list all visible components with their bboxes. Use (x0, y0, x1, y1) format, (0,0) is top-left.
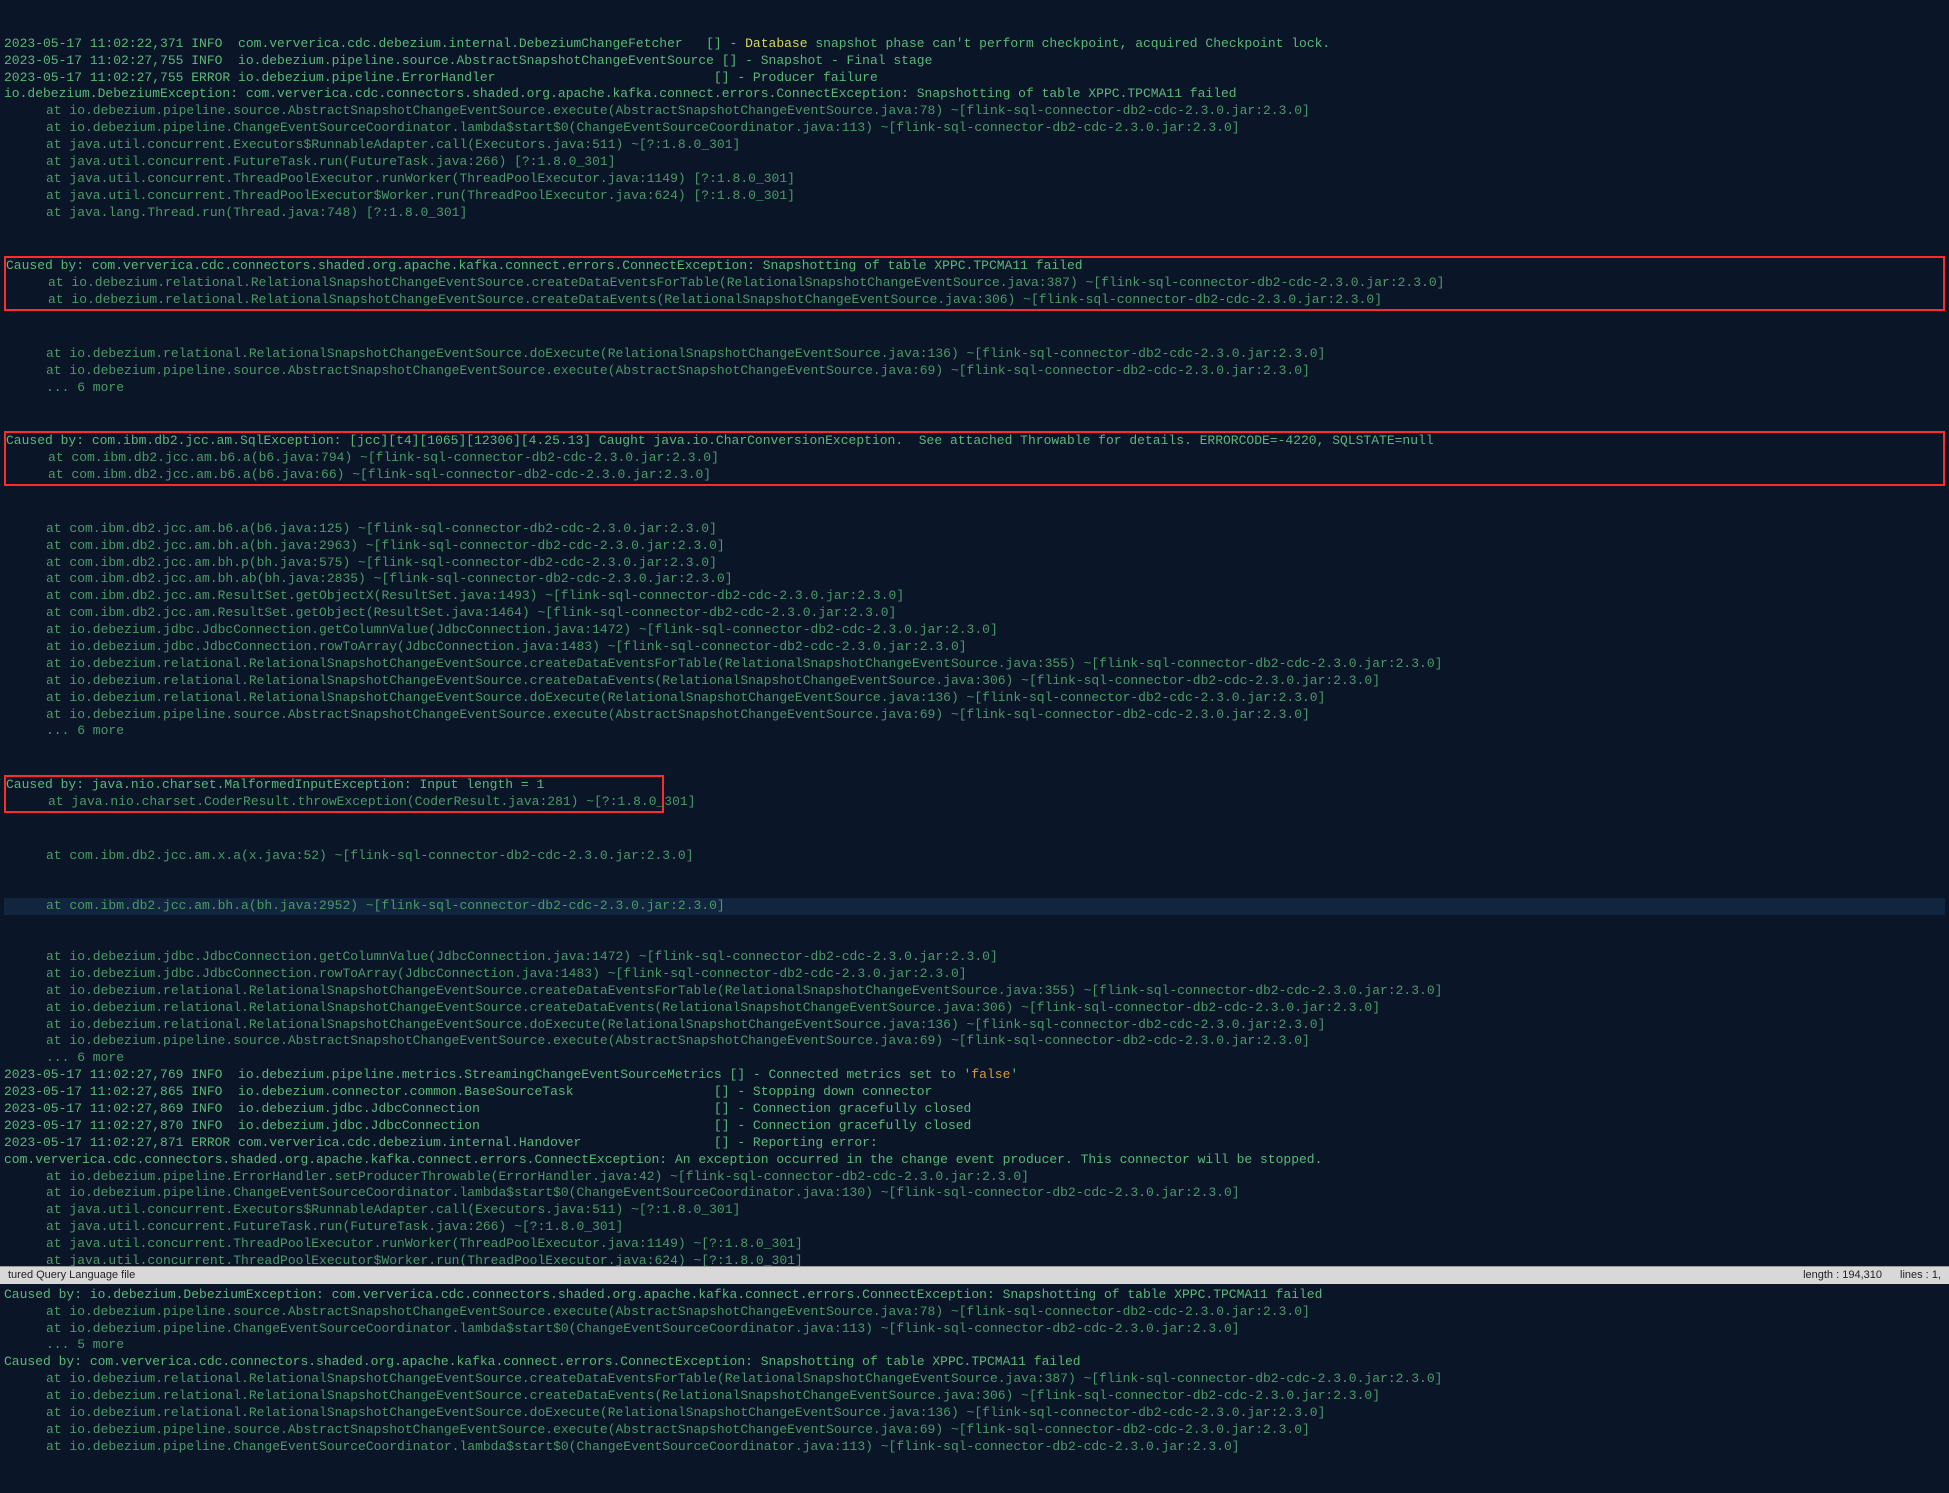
stack-trace-line: at io.debezium.relational.RelationalSnap… (6, 275, 1943, 292)
stack-trace-line: at io.debezium.relational.RelationalSnap… (4, 1371, 1945, 1388)
log-line: 2023-05-17 11:02:27,755 INFO io.debezium… (4, 53, 1945, 70)
stack-trace-line: at java.nio.charset.CoderResult.throwExc… (6, 794, 662, 811)
log-line: 2023-05-17 11:02:27,871 ERROR com.verver… (4, 1135, 1945, 1152)
annotation-box-1: Caused by: com.ververica.cdc.connectors.… (4, 256, 1945, 311)
stack-trace-line: at io.debezium.relational.RelationalSnap… (4, 1000, 1945, 1017)
stack-trace-line: at io.debezium.jdbc.JdbcConnection.rowTo… (4, 966, 1945, 983)
stack-trace-line: at java.util.concurrent.FutureTask.run(F… (4, 154, 1945, 171)
stack-trace-line: at io.debezium.relational.RelationalSnap… (4, 1017, 1945, 1034)
log-line: 2023-05-17 11:02:22,371 INFO com.ververi… (4, 36, 1945, 53)
stack-trace-line: at com.ibm.db2.jcc.am.ResultSet.getObjec… (4, 605, 1945, 622)
stack-trace-line: at io.debezium.jdbc.JdbcConnection.getCo… (4, 949, 1945, 966)
stack-trace-line: at io.debezium.pipeline.source.AbstractS… (4, 1033, 1945, 1050)
length-indicator: length : 194,310 (1803, 1268, 1882, 1282)
stack-trace-line: at io.debezium.pipeline.ChangeEventSourc… (4, 1321, 1945, 1338)
annotation-box-2: Caused by: com.ibm.db2.jcc.am.SqlExcepti… (4, 431, 1945, 486)
stack-trace-line: at io.debezium.pipeline.ChangeEventSourc… (4, 1439, 1945, 1456)
stack-trace-line: at java.util.concurrent.Executors$Runnab… (4, 1202, 1945, 1219)
stack-trace-line: at com.ibm.db2.jcc.am.x.a(x.java:52) ~[f… (4, 848, 1945, 865)
log-line: 2023-05-17 11:02:27,755 ERROR io.debeziu… (4, 70, 1945, 87)
stack-trace-line: at java.util.concurrent.ThreadPoolExecut… (4, 171, 1945, 188)
log-line: io.debezium.DebeziumException: com.verve… (4, 86, 1945, 103)
annotation-box-3: Caused by: java.nio.charset.MalformedInp… (4, 775, 664, 813)
caused-by-line: Caused by: java.nio.charset.MalformedInp… (6, 777, 662, 794)
stack-trace-line: at com.ibm.db2.jcc.am.bh.ab(bh.java:2835… (4, 571, 1945, 588)
stack-trace-line: at com.ibm.db2.jcc.am.bh.a(bh.java:2963)… (4, 538, 1945, 555)
stack-trace-line: at io.debezium.pipeline.source.AbstractS… (4, 1422, 1945, 1439)
stack-trace-line: at io.debezium.relational.RelationalSnap… (4, 690, 1945, 707)
stack-trace-line: at io.debezium.pipeline.source.AbstractS… (4, 707, 1945, 724)
stack-trace-line: at java.util.concurrent.Executors$Runnab… (4, 137, 1945, 154)
stack-trace-line: at io.debezium.relational.RelationalSnap… (4, 656, 1945, 673)
stack-trace-line: at java.lang.Thread.run(Thread.java:748)… (4, 205, 1945, 222)
stack-trace-line: at com.ibm.db2.jcc.am.bh.p(bh.java:575) … (4, 555, 1945, 572)
stack-trace-line: at io.debezium.pipeline.ErrorHandler.set… (4, 1169, 1945, 1186)
stack-trace-line: at com.ibm.db2.jcc.am.b6.a(b6.java:125) … (4, 521, 1945, 538)
stack-trace-line: at io.debezium.pipeline.ChangeEventSourc… (4, 120, 1945, 137)
stack-trace-line: ... 6 more (4, 380, 1945, 397)
stack-trace-line: at io.debezium.jdbc.JdbcConnection.getCo… (4, 622, 1945, 639)
stack-trace-line: at io.debezium.pipeline.source.AbstractS… (4, 363, 1945, 380)
stack-trace-line: at io.debezium.pipeline.source.AbstractS… (4, 1304, 1945, 1321)
current-line[interactable]: at com.ibm.db2.jcc.am.bh.a(bh.java:2952)… (4, 898, 1945, 915)
stack-trace-line: at io.debezium.relational.RelationalSnap… (4, 673, 1945, 690)
stack-trace-line: at com.ibm.db2.jcc.am.b6.a(b6.java:66) ~… (6, 467, 1943, 484)
caused-by-line: Caused by: com.ververica.cdc.connectors.… (4, 1354, 1945, 1371)
stack-trace-line: ... 6 more (4, 723, 1945, 740)
caused-by-line: Caused by: com.ververica.cdc.connectors.… (6, 258, 1943, 275)
log-line: 2023-05-17 11:02:27,869 INFO io.debezium… (4, 1101, 1945, 1118)
caused-by-line: Caused by: io.debezium.DebeziumException… (4, 1287, 1945, 1304)
stack-trace-line: at io.debezium.relational.RelationalSnap… (4, 1405, 1945, 1422)
stack-trace-line: at com.ibm.db2.jcc.am.ResultSet.getObjec… (4, 588, 1945, 605)
log-line: 2023-05-17 11:02:27,870 INFO io.debezium… (4, 1118, 1945, 1135)
stack-trace-line: ... 6 more (4, 1050, 1945, 1067)
log-line: 2023-05-17 11:02:27,865 INFO io.debezium… (4, 1084, 1945, 1101)
stack-trace-line: ... 5 more (4, 1337, 1945, 1354)
stack-trace-line: at java.util.concurrent.ThreadPoolExecut… (4, 188, 1945, 205)
stack-trace-line: at io.debezium.relational.RelationalSnap… (4, 1388, 1945, 1405)
log-line: com.ververica.cdc.connectors.shaded.org.… (4, 1152, 1945, 1169)
stack-trace-line: at io.debezium.pipeline.source.AbstractS… (4, 103, 1945, 120)
stack-trace-line: at java.util.concurrent.ThreadPoolExecut… (4, 1236, 1945, 1253)
stack-trace-line: at io.debezium.relational.RelationalSnap… (4, 346, 1945, 363)
stack-trace-line: at io.debezium.relational.RelationalSnap… (6, 292, 1943, 309)
caused-by-line: Caused by: com.ibm.db2.jcc.am.SqlExcepti… (6, 433, 1943, 450)
lines-indicator: lines : 1, (1900, 1268, 1941, 1282)
stack-trace-line: at io.debezium.jdbc.JdbcConnection.rowTo… (4, 639, 1945, 656)
status-bar: tured Query Language file length : 194,3… (0, 1266, 1949, 1284)
stack-trace-line: at io.debezium.relational.RelationalSnap… (4, 983, 1945, 1000)
file-type-label: tured Query Language file (8, 1269, 135, 1281)
stack-trace-line: at io.debezium.pipeline.ChangeEventSourc… (4, 1185, 1945, 1202)
log-line: 2023-05-17 11:02:27,769 INFO io.debezium… (4, 1067, 1945, 1084)
stack-trace-line: at com.ibm.db2.jcc.am.b6.a(b6.java:794) … (6, 450, 1943, 467)
stack-trace-line: at java.util.concurrent.FutureTask.run(F… (4, 1219, 1945, 1236)
